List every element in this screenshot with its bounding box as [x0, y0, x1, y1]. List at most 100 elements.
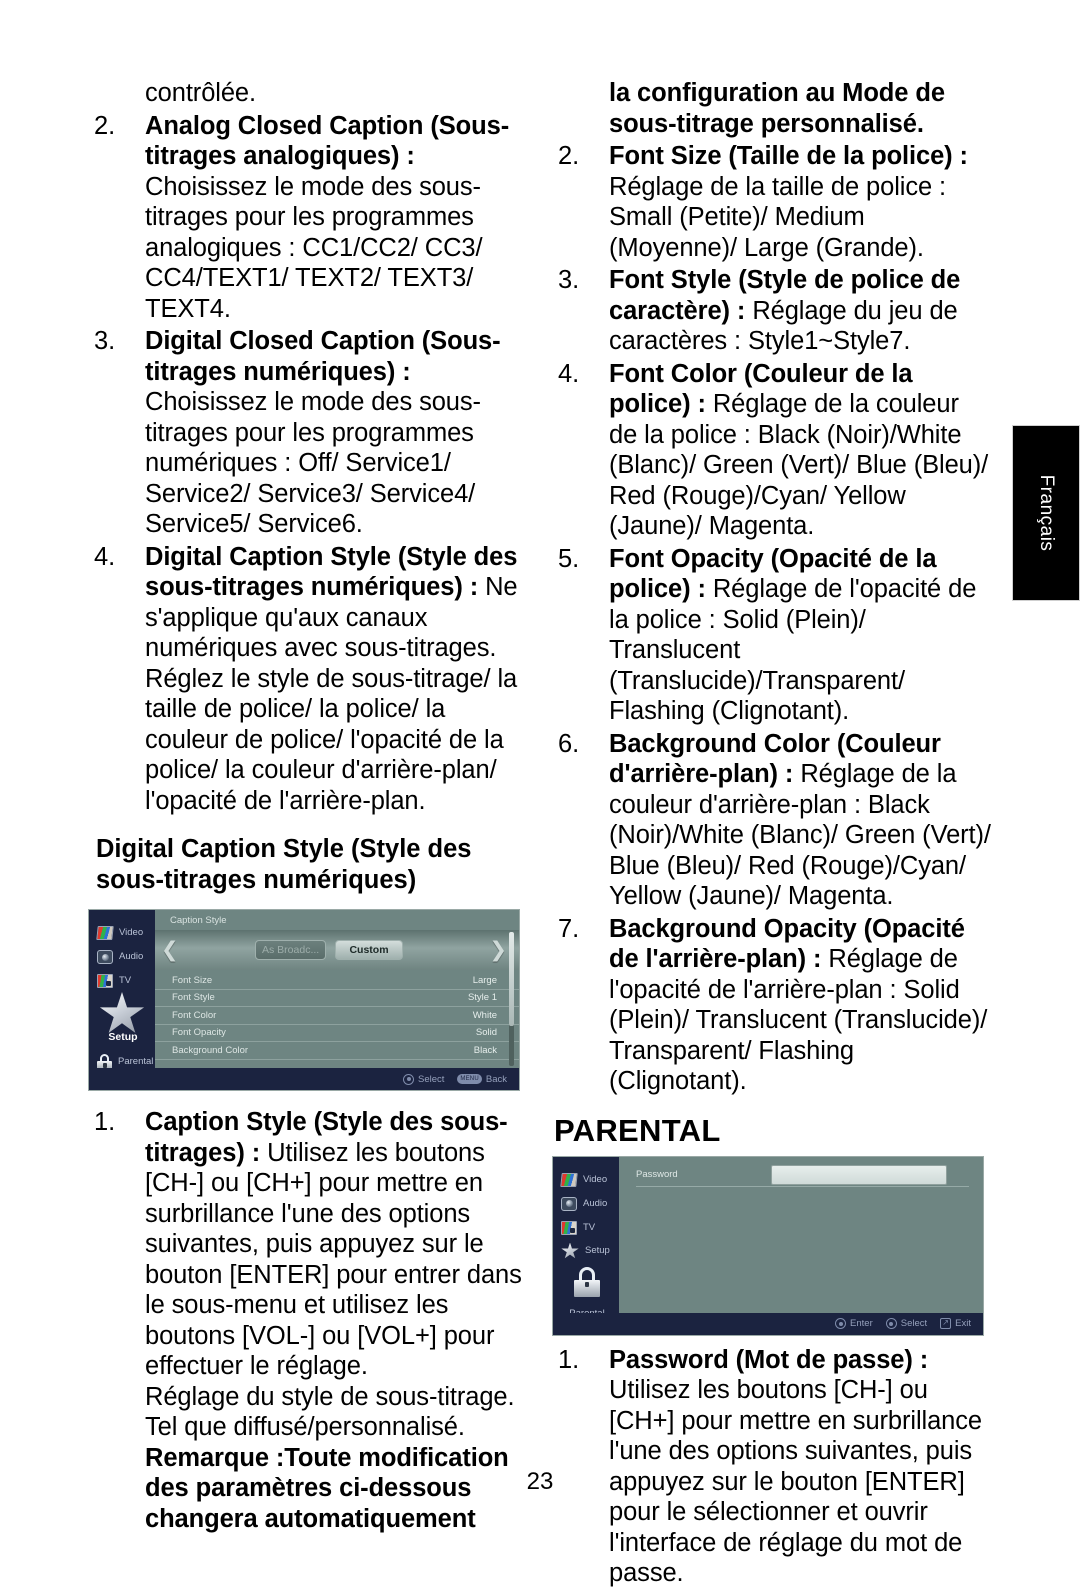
list-item-font-style: 3. Font Style (Style de police de caract…: [552, 265, 992, 357]
list-item-title: Digital Caption Style (Style des sous-ti…: [145, 542, 518, 602]
list-number: 3.: [94, 327, 116, 355]
row-label: Font Size: [172, 974, 213, 986]
footer-label: Select: [900, 1318, 928, 1329]
footer-exit[interactable]: ↗ Exit: [940, 1318, 971, 1329]
table-row[interactable]: Background Color Black: [155, 1042, 519, 1060]
list-item-title: Digital Closed Caption (Sous-titrages nu…: [145, 327, 501, 386]
sidebar-item-label: Video: [583, 1173, 608, 1185]
password-row[interactable]: Password: [636, 1164, 969, 1189]
table-row[interactable]: Font Size Large: [155, 972, 519, 990]
exit-icon: ↗: [940, 1318, 952, 1329]
table-row[interactable]: Font Color White: [155, 1007, 519, 1025]
chevron-left-icon[interactable]: ❮: [161, 940, 179, 961]
page-number: 23: [526, 1468, 554, 1495]
row-label: Font Style: [172, 992, 215, 1004]
sidebar-item-parental[interactable]: Parental: [567, 1266, 607, 1319]
list-item-background-color: 6. Background Color (Couleur d'arrière-p…: [552, 729, 992, 912]
tab-as-broadcast[interactable]: As Broadc...: [255, 940, 327, 960]
table-row[interactable]: Font Opacity Solid: [155, 1025, 519, 1042]
osd-sidebar: Video Audio TV Setup: [553, 1156, 619, 1335]
footer-label: Select: [418, 1073, 445, 1085]
row-value: Solid: [475, 1027, 497, 1039]
list-item-font-opacity: 5. Font Opacity (Opacité de la police) :…: [552, 544, 992, 727]
sidebar-item-tv[interactable]: TV: [97, 974, 131, 988]
scrollbar[interactable]: [509, 932, 514, 1066]
footer-select[interactable]: Select: [403, 1073, 445, 1085]
sidebar-item-video[interactable]: Video: [96, 926, 144, 940]
row-value: Large: [472, 974, 497, 986]
osd-sidebar: Video Audio TV Setup: [89, 910, 155, 1090]
list-item-background-opacity: 7. Background Opacity (Opacité de l'arri…: [552, 914, 992, 1097]
list-number: 2.: [558, 142, 580, 170]
footer-back[interactable]: MENU Back: [457, 1074, 507, 1085]
footer-enter[interactable]: Enter: [835, 1318, 873, 1329]
password-input[interactable]: [771, 1164, 947, 1185]
dpad-icon: [403, 1073, 414, 1085]
osd-main-panel: Password: [619, 1157, 983, 1335]
list-item-password: 1. Password (Mot de passe) : Utilisez le…: [552, 1345, 992, 1589]
sidebar-item-label: TV: [583, 1221, 596, 1233]
list-number: 1.: [94, 1108, 116, 1136]
lock-icon: [574, 1266, 600, 1297]
list-item-digital-cc: 3. Digital Closed Caption (Sous-titrages…: [88, 326, 528, 540]
row-label: Font Opacity: [172, 1027, 226, 1039]
sidebar-item-label: Audio: [119, 951, 144, 963]
list-item-body: Ne s'applique qu'aux canaux numériques a…: [145, 573, 518, 815]
audio-icon: [97, 950, 113, 964]
video-icon: [96, 926, 114, 940]
continued-bold-text: la configuration au Mode de sous-titrage…: [609, 79, 945, 138]
list-item-font-color: 4. Font Color (Couleur de la police) : R…: [552, 359, 992, 542]
star-icon: [561, 1242, 579, 1259]
sidebar-item-label: Setup: [108, 1031, 138, 1043]
sidebar-item-label: Audio: [583, 1197, 608, 1209]
list-item-body: Choisissez le mode des sous-titrages pou…: [145, 172, 483, 323]
caption-style-rows: Font Size Large Font Style Style 1 Font …: [155, 972, 519, 1060]
sidebar-item-setup[interactable]: Setup: [561, 1242, 610, 1260]
note-line-2: Tel que diffusé/personnalisé.: [145, 1413, 465, 1441]
row-label: Background Color: [172, 1044, 249, 1056]
sidebar-item-video[interactable]: Video: [560, 1172, 608, 1187]
list-item-analog-cc: 2. Analog Closed Caption (Sous-titrages …: [88, 111, 528, 325]
list-item-body: Réglage de la taille de police : Small (…: [609, 172, 947, 262]
table-row[interactable]: Font Style Style 1: [155, 990, 519, 1007]
scrollbar-thumb[interactable]: [509, 932, 514, 1026]
footer-select[interactable]: Select: [885, 1318, 928, 1329]
sidebar-item-label: Video: [119, 927, 144, 939]
list-item-caption-style: 1. Caption Style (Style des sous-titrage…: [88, 1107, 528, 1382]
sidebar-item-tv[interactable]: TV: [561, 1220, 596, 1235]
list-item-body: Utilisez les boutons [CH-] ou [CH+] pour…: [145, 1138, 522, 1381]
manual-page: contrôlée. 2. Analog Closed Caption (Sou…: [0, 0, 1080, 1587]
sidebar-item-audio[interactable]: Audio: [97, 950, 143, 964]
list-number: 5.: [558, 544, 580, 573]
list-item-title: Password (Mot de passe) :: [609, 1345, 929, 1374]
chevron-right-icon[interactable]: ❯: [489, 940, 507, 961]
list-number: 6.: [558, 729, 580, 758]
list-item-title: Analog Closed Caption (Sous-titrages ana…: [145, 111, 510, 171]
osd-main-panel: Caption Style ❮ ❯ As Broadc... Custom Fo…: [155, 910, 519, 1090]
list-item-body: Choisissez le mode des sous-titrages pou…: [145, 388, 481, 538]
list-number: 4.: [94, 542, 116, 571]
footer-label: Exit: [955, 1318, 971, 1329]
enter-key-icon: [835, 1318, 847, 1329]
subheading-digital-caption-style: Digital Caption Style (Style des sous-ti…: [96, 835, 472, 894]
row-value: Black: [473, 1044, 497, 1056]
list-number: 3.: [558, 266, 580, 294]
row-value: Style 1: [467, 992, 497, 1004]
list-item-font-size: 2. Font Size (Taille de la police) : Rég…: [552, 141, 992, 263]
star-icon: [99, 992, 145, 1033]
video-icon: [560, 1172, 578, 1187]
sidebar-item-label: Parental: [118, 1056, 154, 1068]
sidebar-item-audio[interactable]: Audio: [561, 1196, 608, 1211]
language-tab: Français: [1012, 425, 1080, 601]
list-number: 1.: [558, 1345, 580, 1374]
footer-label: Enter: [850, 1318, 873, 1329]
list-item-title: Font Size (Taille de la police) :: [609, 142, 968, 170]
language-tab-label: Français: [1036, 474, 1057, 552]
dpad-icon: [885, 1318, 897, 1329]
osd-footer: Enter Select ↗ Exit: [553, 1312, 983, 1335]
footer-label: Back: [485, 1073, 507, 1085]
sidebar-item-setup[interactable]: Setup: [99, 992, 147, 1043]
caption-style-tabstrip: ❮ ❯ As Broadc... Custom: [155, 930, 519, 970]
tv-icon: [561, 1220, 577, 1235]
tab-custom[interactable]: Custom: [335, 940, 403, 960]
